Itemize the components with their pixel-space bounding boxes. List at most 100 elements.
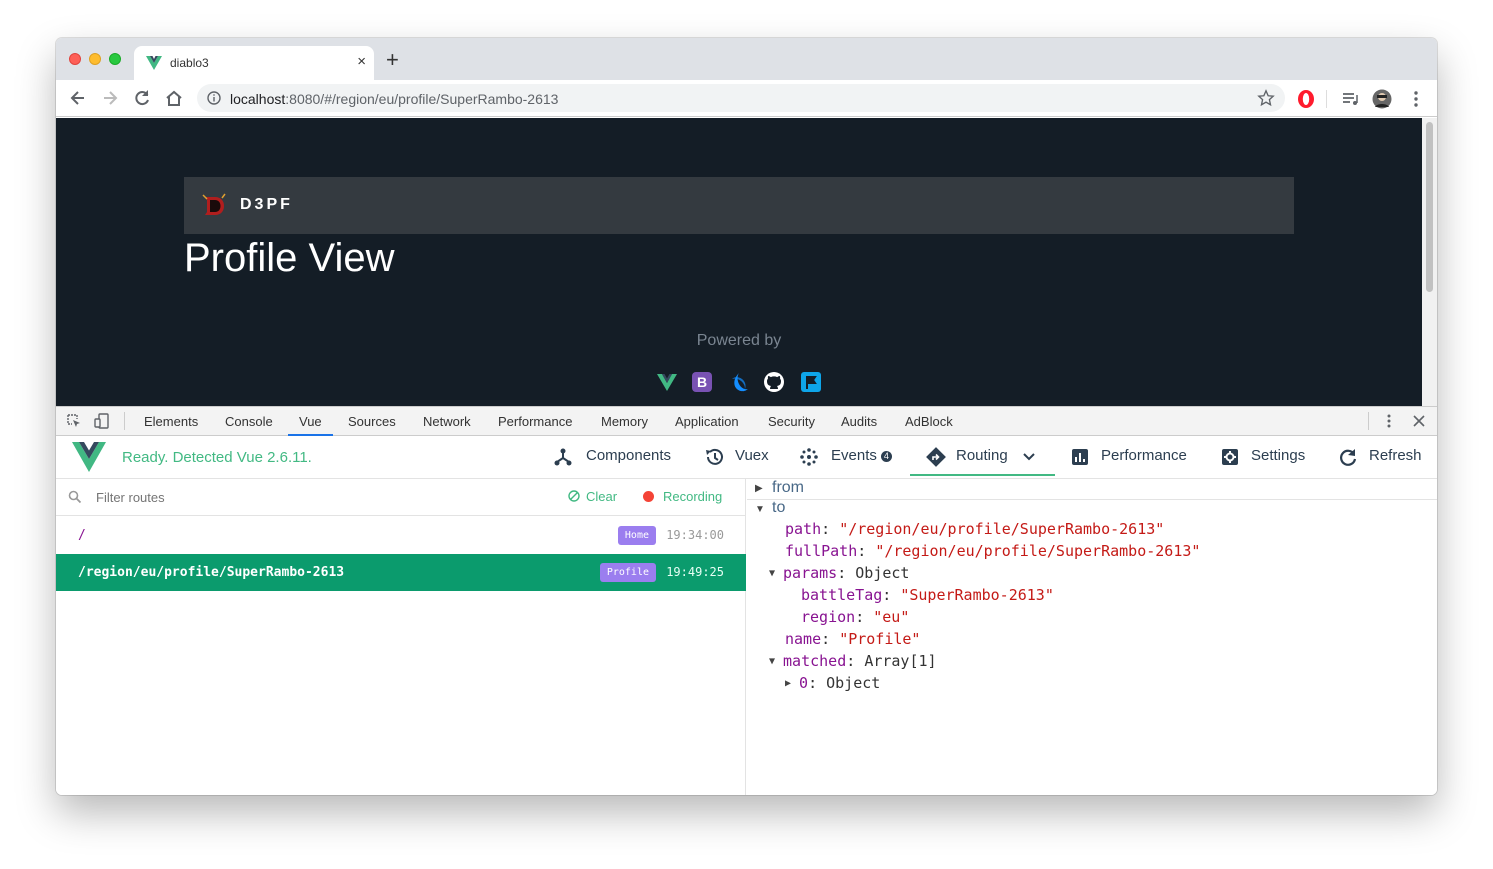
route-row[interactable]: / Home 19:34:00 [56, 517, 746, 554]
tab-vue-performance[interactable]: Performance [1070, 436, 1195, 476]
recording-label: Recording [663, 489, 723, 504]
page-viewport: D3PF Profile View Powered by B [56, 118, 1422, 406]
tab-network[interactable]: Network [423, 407, 471, 436]
prop-battletag[interactable]: battleTag: "SuperRambo-2613" [801, 586, 1054, 604]
devtools-separator [124, 412, 125, 430]
minimize-window-button[interactable] [89, 53, 101, 65]
collapse-arrow-icon[interactable]: ▼ [755, 504, 765, 515]
refresh-icon [1340, 449, 1357, 466]
info-icon[interactable] [207, 91, 221, 105]
vue-icon[interactable] [656, 371, 678, 393]
bootstrap-icon[interactable]: B [691, 371, 713, 393]
route-row-selected[interactable]: /region/eu/profile/SuperRambo-2613 Profi… [56, 554, 746, 591]
events-count-badge: 4 [880, 450, 892, 462]
forward-icon[interactable] [100, 88, 120, 108]
vue-devtools-header: Ready. Detected Vue 2.6.11. Components V… [56, 436, 1437, 479]
device-toolbar-icon[interactable] [94, 413, 110, 429]
profile-avatar[interactable] [1372, 89, 1392, 109]
history-icon [706, 448, 723, 465]
page-title: Profile View [184, 236, 395, 280]
clear-label: Clear [586, 489, 618, 504]
prop-params[interactable]: ▼ params: Object [769, 564, 909, 582]
page-scrollbar[interactable] [1422, 118, 1437, 406]
collapse-arrow-icon[interactable]: ▼ [769, 656, 775, 667]
tab-performance[interactable]: Performance [498, 407, 572, 436]
more-menu-icon[interactable] [1406, 89, 1426, 109]
tab-application[interactable]: Application [675, 407, 739, 436]
svg-text:B: B [697, 374, 707, 390]
tab-sources[interactable]: Sources [348, 407, 396, 436]
battlenet-icon[interactable] [728, 371, 750, 393]
prop-value: "/region/eu/profile/SuperRambo-2613" [875, 542, 1201, 560]
scrollbar-thumb[interactable] [1426, 122, 1433, 292]
prop-matched[interactable]: ▼ matched: Array[1] [769, 652, 937, 670]
bookmark-star-icon[interactable] [1257, 89, 1275, 107]
home-icon[interactable] [164, 88, 184, 108]
expand-arrow-icon[interactable]: ▶ [755, 483, 763, 494]
inspect-element-icon[interactable] [66, 413, 82, 429]
maximize-window-button[interactable] [109, 53, 121, 65]
back-icon[interactable] [68, 88, 88, 108]
tab-adblock[interactable]: AdBlock [905, 407, 953, 436]
filter-routes-input[interactable] [96, 490, 396, 505]
tab-events[interactable]: Events 4 [799, 436, 904, 476]
prop-key: 0 [799, 674, 809, 692]
prop-region[interactable]: region: "eu" [801, 608, 909, 626]
media-controls-icon[interactable] [1340, 89, 1360, 109]
to-section[interactable]: ▼ to [747, 499, 1437, 521]
to-label: to [772, 499, 786, 516]
prop-value: "Profile" [839, 630, 921, 648]
tab-vuex-label: Vuex [735, 447, 769, 464]
browser-tab[interactable]: diablo3 × [134, 46, 374, 80]
vue-favicon-icon [146, 56, 162, 70]
prop-name[interactable]: name: "Profile" [785, 630, 920, 648]
tab-vue[interactable]: Vue [288, 407, 333, 436]
netlify-icon[interactable] [800, 371, 822, 393]
recording-button[interactable]: Recording [643, 489, 722, 504]
expand-arrow-icon[interactable]: ▶ [785, 678, 791, 689]
from-label: from [772, 479, 804, 496]
close-devtools-icon[interactable] [1411, 413, 1427, 429]
tab-audits[interactable]: Audits [841, 407, 877, 436]
close-tab-icon[interactable]: × [357, 53, 366, 71]
events-icon [800, 448, 818, 466]
chevron-down-icon[interactable] [1022, 450, 1036, 464]
settings-icon [1222, 449, 1238, 465]
address-bar[interactable]: localhost:8080/#/region/eu/profile/Super… [197, 84, 1285, 112]
tab-elements[interactable]: Elements [144, 407, 198, 436]
route-time: 19:49:25 [666, 565, 724, 579]
diablo-logo-icon[interactable] [202, 193, 226, 219]
tab-components[interactable]: Components [553, 436, 683, 476]
tab-security[interactable]: Security [768, 407, 815, 436]
route-name-tag: Home [617, 526, 656, 545]
site-navbar: D3PF [184, 177, 1294, 234]
prop-key: fullPath [785, 542, 858, 560]
tab-settings[interactable]: Settings [1220, 436, 1315, 476]
tab-vuex[interactable]: Vuex [704, 436, 779, 476]
prop-fullpath[interactable]: fullPath: "/region/eu/profile/SuperRambo… [785, 542, 1200, 560]
tab-memory[interactable]: Memory [601, 407, 648, 436]
close-window-button[interactable] [69, 53, 81, 65]
prop-matched-0[interactable]: ▶ 0: Object [785, 674, 880, 692]
brand-name[interactable]: D3PF [240, 196, 293, 214]
new-tab-button[interactable]: + [386, 49, 399, 71]
opera-extension-icon[interactable] [1296, 89, 1316, 109]
route-name-tag: Profile [599, 563, 656, 582]
collapse-arrow-icon[interactable]: ▼ [769, 568, 775, 579]
prop-value: Object [826, 674, 881, 692]
devtools-tab-bar: Elements Console Vue Sources Network Per… [56, 406, 1437, 436]
url-text[interactable]: localhost:8080/#/region/eu/profile/Super… [230, 91, 558, 107]
refresh-button[interactable]: Refresh [1338, 436, 1428, 476]
tab-console[interactable]: Console [225, 407, 273, 436]
prop-value: Object [855, 564, 910, 582]
url-path: :8080/#/region/eu/profile/SuperRambo-261… [285, 91, 559, 107]
tab-routing[interactable]: Routing [910, 436, 1055, 476]
from-section[interactable]: ▶ from [747, 479, 1437, 500]
prop-path[interactable]: path: "/region/eu/profile/SuperRambo-261… [785, 520, 1164, 538]
github-icon[interactable] [763, 371, 785, 393]
tab-events-label: Events [831, 447, 877, 464]
devtools-menu-icon[interactable] [1381, 413, 1397, 429]
clear-button[interactable]: Clear [568, 489, 617, 504]
vue-status-text: Ready. Detected Vue 2.6.11. [122, 449, 312, 466]
reload-icon[interactable] [132, 88, 152, 108]
